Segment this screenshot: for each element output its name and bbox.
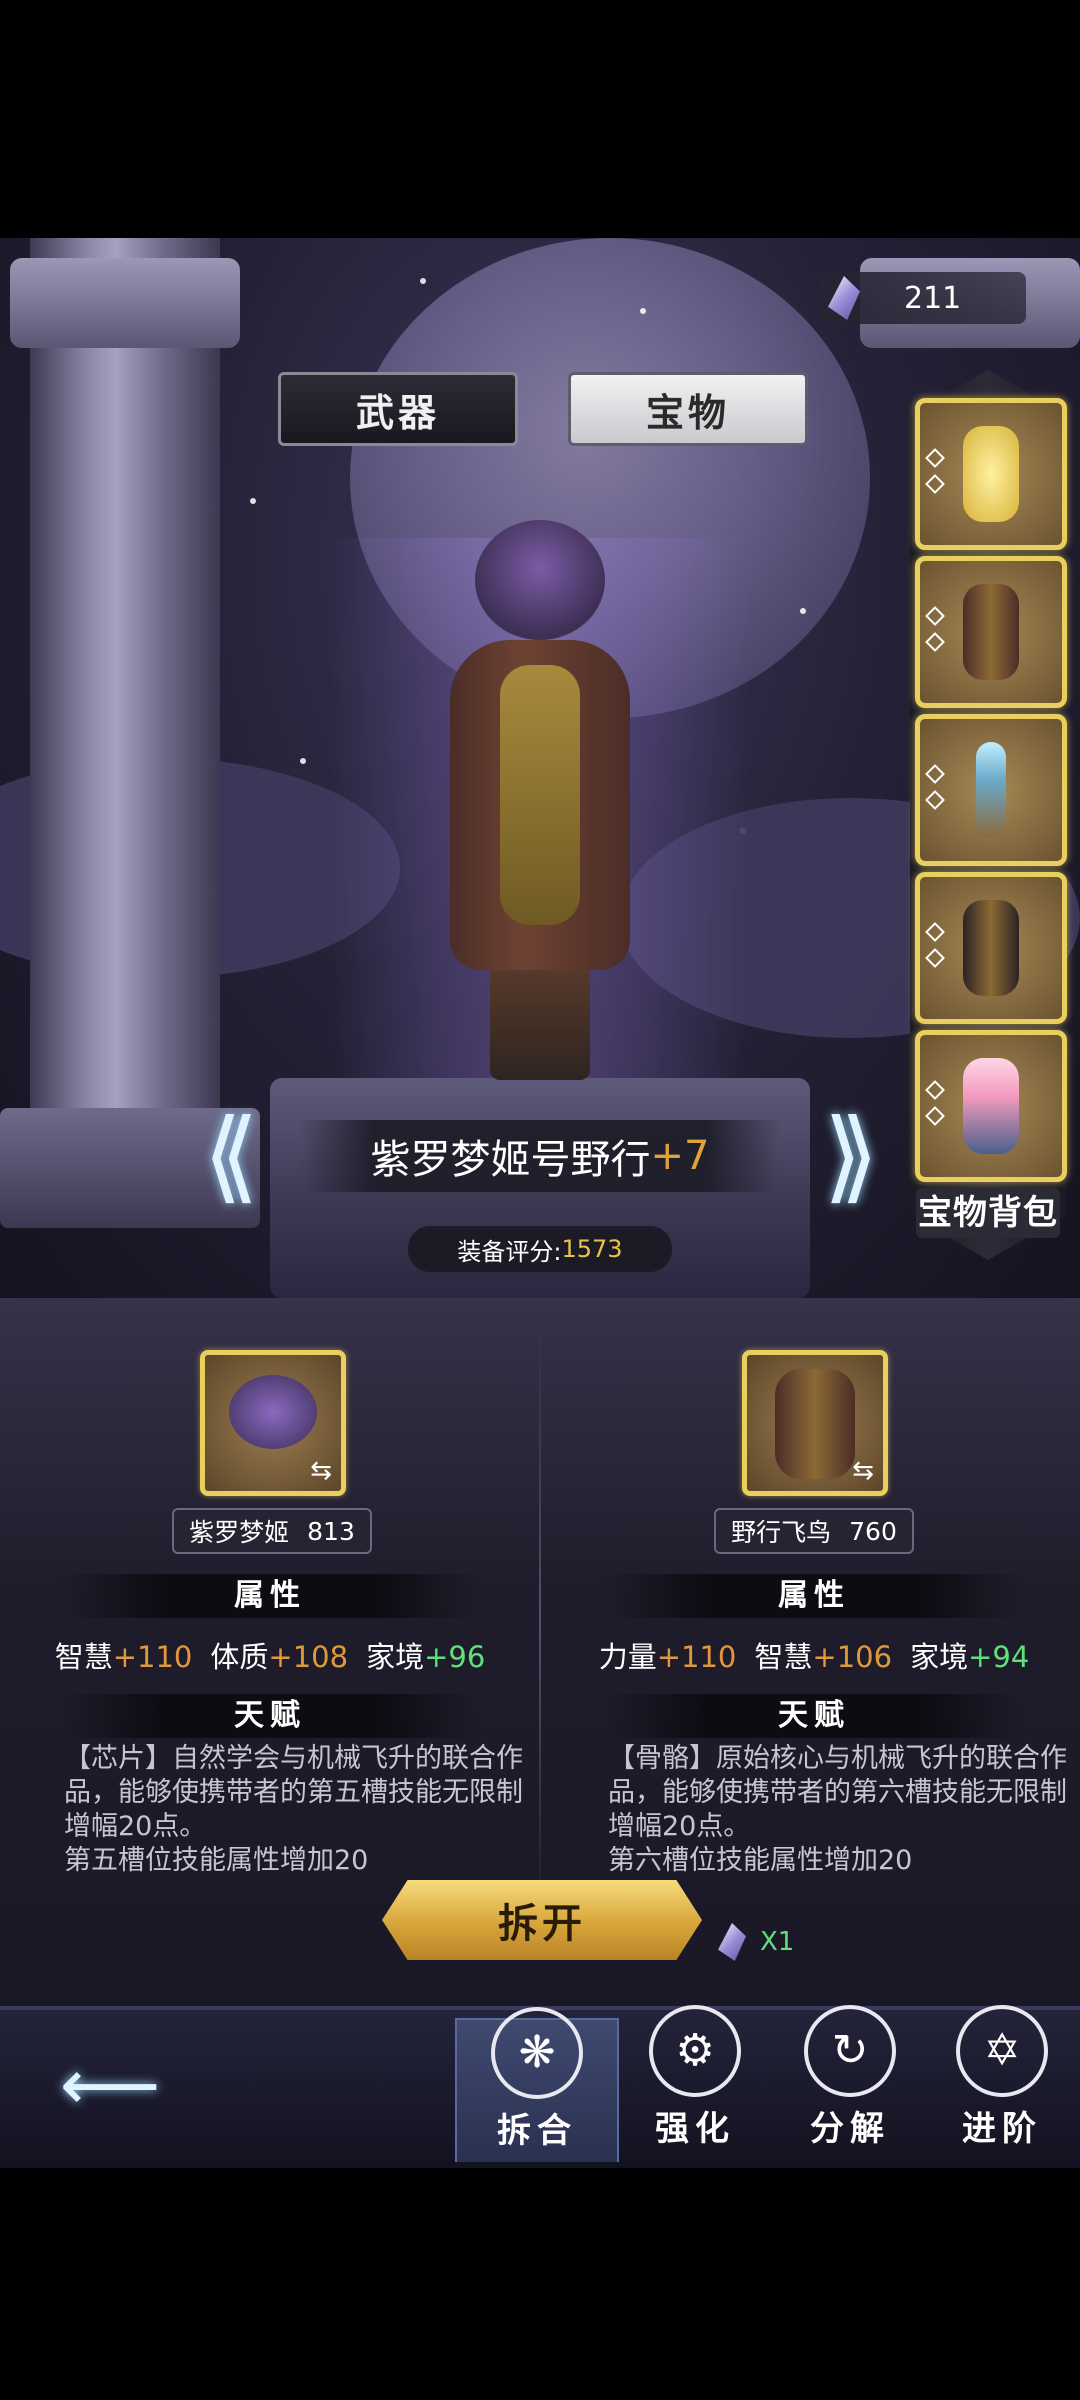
- swap-icon: ⇆: [852, 1456, 874, 1486]
- treasure-slot-4[interactable]: [915, 872, 1067, 1024]
- right-stats: 力量+110 智慧+106 家境+94: [598, 1640, 1030, 1674]
- left-component-name: 紫罗梦姬 813: [172, 1508, 372, 1554]
- score-value: 1573: [561, 1235, 623, 1263]
- treasure-slot-3[interactable]: [915, 714, 1067, 866]
- left-talent-desc: 【芯片】自然学会与机械飞升的联合作品，能够使携带者的第五槽技能无限制增幅20点。…: [64, 1743, 523, 1876]
- yellow-gem-amulet-icon: [963, 426, 1019, 522]
- nav-decompose[interactable]: ↻ 分解: [770, 2005, 930, 2160]
- left-pillar-cap: [10, 258, 240, 348]
- cost-amount: X1: [760, 1927, 795, 1957]
- right-talent-title: 天赋: [604, 1694, 1024, 1738]
- swirl-icon: ↻: [804, 2005, 896, 2097]
- dismantle-button[interactable]: 拆开: [382, 1880, 702, 1960]
- nav-strengthen[interactable]: ⚙ 强化: [615, 2005, 775, 2160]
- treasure-slot-5[interactable]: [915, 1030, 1067, 1182]
- left-pillar: [30, 238, 220, 1228]
- left-talent-title: 天赋: [60, 1694, 480, 1738]
- star: [640, 308, 646, 314]
- character-model: [420, 490, 660, 1080]
- tab-treasure[interactable]: 宝物: [568, 372, 808, 446]
- character-flower-head: [475, 520, 605, 640]
- dark-fur-armor-icon: [963, 900, 1019, 996]
- star: [420, 278, 426, 284]
- currency-display: 211: [820, 272, 1026, 324]
- nav-advance[interactable]: ✡ 进阶: [922, 2005, 1080, 2160]
- crystal-icon: [718, 1923, 746, 1961]
- equipment-score: 装备评分: 1573: [408, 1226, 672, 1272]
- fur-armor-icon: [963, 584, 1019, 680]
- item-enhance-level: +7: [650, 1133, 710, 1179]
- prev-item-arrow-icon[interactable]: ⟪: [186, 1090, 276, 1220]
- currency-amount: 211: [904, 280, 962, 316]
- next-item-arrow-icon[interactable]: ⟫: [806, 1090, 896, 1220]
- nav-combine[interactable]: ❋ 拆合: [455, 2007, 619, 2162]
- swap-icon: ⇆: [310, 1456, 332, 1486]
- fur-armor-icon: [775, 1369, 855, 1479]
- right-talent-desc: 【骨骼】原始核心与机械飞升的联合作品，能够使携带者的第六槽技能无限制增幅20点。…: [608, 1743, 1067, 1876]
- character-legs: [490, 960, 590, 1080]
- dismantle-cost: X1: [718, 1920, 808, 1964]
- treasure-slot-1[interactable]: [915, 398, 1067, 550]
- combine-icon: ❋: [491, 2007, 583, 2099]
- star: [250, 498, 256, 504]
- tab-weapon[interactable]: 武器: [278, 372, 518, 446]
- star: [800, 608, 806, 614]
- violet-flower-head-icon: [229, 1375, 317, 1449]
- treasure-bag-button[interactable]: 宝物背包: [916, 1188, 1060, 1238]
- score-label: 装备评分:: [457, 1237, 562, 1266]
- right-component-icon[interactable]: ⇆: [742, 1350, 888, 1496]
- left-component-icon[interactable]: ⇆: [200, 1350, 346, 1496]
- back-arrow-icon[interactable]: ⟵: [50, 2050, 170, 2120]
- right-attr-title: 属性: [604, 1574, 1024, 1618]
- crystal-staff-icon: [976, 742, 1006, 838]
- crystal-icon: [828, 276, 860, 320]
- star: [300, 758, 306, 764]
- panel-divider: [539, 1320, 541, 1920]
- left-attr-title: 属性: [60, 1574, 480, 1618]
- flower-staff-icon: [963, 1058, 1019, 1154]
- right-component-name: 野行飞鸟 760: [714, 1508, 914, 1554]
- item-name: 紫罗梦姬号野行: [370, 1137, 651, 1183]
- item-name-plate: 紫罗梦姬号野行 +7: [300, 1120, 780, 1192]
- left-stats: 智慧+110 体质+108 家境+96: [54, 1640, 486, 1674]
- hexagram-icon: ✡: [956, 2005, 1048, 2097]
- gear-sword-icon: ⚙: [649, 2005, 741, 2097]
- treasure-slot-2[interactable]: [915, 556, 1067, 708]
- character-vest: [500, 665, 580, 925]
